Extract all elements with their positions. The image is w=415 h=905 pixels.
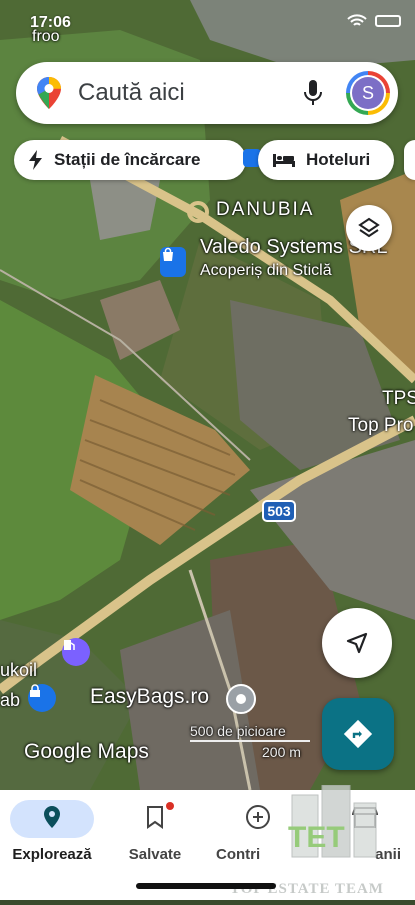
home-indicator[interactable] [136, 883, 276, 889]
scale-feet: 500 de picioare [190, 723, 286, 739]
google-maps-logo: Google Maps [24, 740, 149, 763]
gas-station-icon[interactable] [62, 638, 90, 666]
bookmark-icon [147, 806, 163, 829]
directions-icon [343, 719, 373, 749]
layers-icon [358, 217, 380, 238]
account-avatar[interactable]: S [346, 71, 390, 115]
status-time: 17:06 [30, 14, 71, 31]
bolt-icon [29, 150, 42, 170]
place-label-lukoil[interactable]: ukoil [0, 660, 37, 681]
place-sublabel-acoperis: Acoperiș din Sticlă [200, 262, 332, 279]
nav-label: Salvate [128, 846, 182, 863]
place-label-easybags[interactable]: EasyBags.ro [90, 685, 209, 709]
nav-explore[interactable]: Explorează [2, 800, 102, 863]
microphone-icon[interactable] [302, 79, 324, 107]
avatar-letter: S [352, 77, 384, 109]
chip-hotels[interactable]: Hoteluri [258, 140, 394, 180]
chip-label: Stații de încărcare [54, 150, 201, 169]
bed-icon [273, 154, 295, 167]
maps-pin-logo-icon [37, 77, 61, 109]
scale-meters: 200 m [262, 744, 301, 760]
location-pin-icon [44, 806, 60, 828]
layers-button[interactable] [346, 205, 392, 251]
status-icons [347, 14, 401, 28]
directions-button[interactable] [322, 698, 394, 770]
lock-shop-icon[interactable] [28, 684, 56, 712]
chip-charging-stations[interactable]: Stații de încărcare [14, 140, 246, 180]
chip-partial[interactable] [404, 140, 415, 180]
route-shield: 503 [262, 500, 296, 522]
place-label-tps[interactable]: TPS [382, 388, 415, 410]
area-label-danubia: DANUBIA [216, 199, 315, 220]
notification-dot [166, 802, 174, 810]
shopping-bag-icon[interactable] [160, 247, 186, 277]
place-label-lab[interactable]: ab [0, 690, 20, 711]
search-bar[interactable]: Caută aici S [16, 62, 398, 124]
watermark-logo-text: TET [288, 821, 345, 854]
chip-label: Hoteluri [306, 150, 371, 169]
scale-bar [190, 740, 310, 742]
my-location-button[interactable] [322, 608, 392, 678]
nav-saved[interactable]: Salvate [105, 800, 205, 863]
route-number: 503 [267, 503, 291, 519]
battery-icon [375, 15, 401, 27]
place-dot-icon[interactable] [226, 684, 256, 714]
navigation-arrow-icon [346, 632, 368, 654]
nav-label: Explorează [12, 846, 92, 863]
place-label-top-pro[interactable]: Top Pro [348, 415, 413, 437]
wifi-icon [347, 14, 367, 26]
search-input[interactable]: Caută aici [78, 79, 302, 107]
